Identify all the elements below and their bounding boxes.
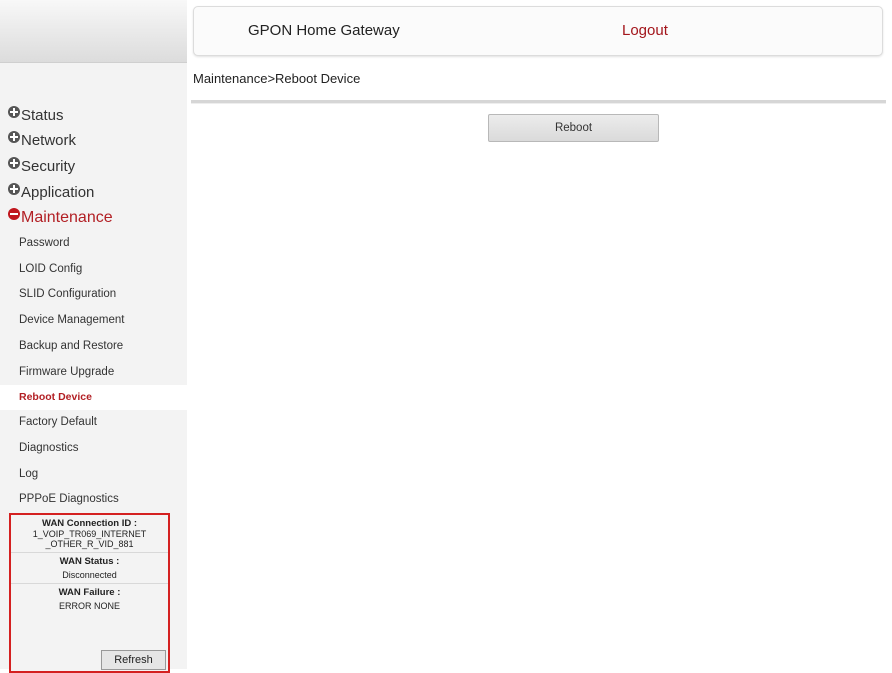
nav-maintenance[interactable]: Maintenance	[8, 206, 113, 230]
sidebar-item-pppoe-diagnostics[interactable]: PPPoE Diagnostics	[0, 487, 187, 512]
nav-maintenance-label: Maintenance	[21, 209, 113, 226]
sidebar-item-log[interactable]: Log	[0, 462, 187, 487]
wan-connection-id-value-line2: _OTHER_R_VID_881	[45, 539, 134, 549]
sidebar-item-password[interactable]: Password	[0, 231, 187, 256]
header-bar: GPON Home Gateway Logout	[193, 6, 883, 56]
plus-circle-icon	[8, 131, 20, 143]
sidebar-item-reboot-device[interactable]: Reboot Device	[0, 385, 187, 410]
wan-status-section: WAN Status : Disconnected	[11, 552, 168, 583]
sidebar-item-slid-configuration[interactable]: SLID Configuration	[0, 282, 187, 307]
divider	[191, 100, 886, 104]
sidebar: Status Network Security Application Main…	[0, 0, 187, 673]
nav-security[interactable]: Security	[8, 155, 75, 179]
app-title: GPON Home Gateway	[248, 22, 400, 39]
nav-security-label: Security	[21, 158, 76, 175]
sidebar-item-firmware-upgrade[interactable]: Firmware Upgrade	[0, 360, 187, 385]
sidebar-item-backup-and-restore[interactable]: Backup and Restore	[0, 334, 187, 359]
wan-connection-id-value-line1: 1_VOIP_TR069_INTERNET	[32, 529, 147, 539]
wan-connection-id-label: WAN Connection ID :	[42, 518, 137, 529]
logout-link[interactable]: Logout	[622, 22, 668, 39]
reboot-button[interactable]: Reboot	[488, 114, 659, 142]
minus-circle-icon	[8, 208, 20, 220]
sidebar-item-diagnostics[interactable]: Diagnostics	[0, 436, 187, 461]
sidebar-item-loid-config[interactable]: LOID Config	[0, 257, 187, 282]
wan-failure-value: ERROR NONE	[58, 601, 120, 611]
wan-connection-section: WAN Connection ID : 1_VOIP_TR069_INTERNE…	[11, 515, 168, 552]
wan-failure-section: WAN Failure : ERROR NONE	[11, 583, 168, 614]
nav-status[interactable]: Status	[8, 104, 64, 128]
sidebar-item-factory-default[interactable]: Factory Default	[0, 410, 187, 435]
nav-application-label: Application	[21, 184, 95, 201]
wan-failure-label: WAN Failure :	[58, 587, 121, 598]
wan-status-value: Disconnected	[62, 570, 117, 580]
nav-network[interactable]: Network	[8, 129, 76, 153]
sidebar-item-device-management[interactable]: Device Management	[0, 308, 187, 333]
nav-network-label: Network	[21, 132, 77, 149]
logo-area	[0, 0, 187, 63]
refresh-button[interactable]: Refresh	[101, 650, 166, 670]
plus-circle-icon	[8, 106, 20, 118]
plus-circle-icon	[8, 183, 20, 195]
plus-circle-icon	[8, 157, 20, 169]
wan-info-panel: WAN Connection ID : 1_VOIP_TR069_INTERNE…	[9, 513, 170, 673]
breadcrumb: Maintenance>Reboot Device	[193, 71, 361, 86]
nav-application[interactable]: Application	[8, 181, 94, 205]
wan-status-label: WAN Status :	[59, 556, 120, 567]
nav-status-label: Status	[21, 107, 64, 124]
